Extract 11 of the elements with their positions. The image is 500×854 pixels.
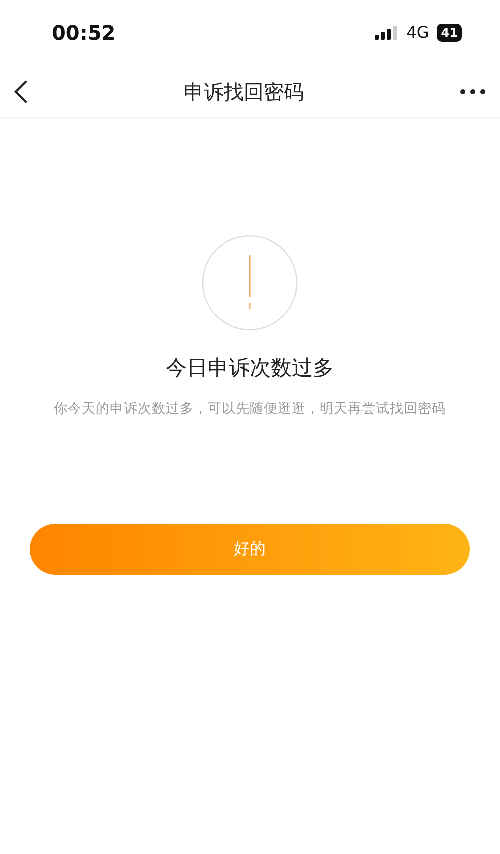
status-time: 00:52 (52, 20, 116, 47)
more-icon[interactable] (460, 88, 486, 94)
warning-icon (202, 235, 298, 331)
page-title: 申诉找回密码 (184, 78, 304, 106)
battery-level: 41 (437, 24, 462, 42)
message-heading: 今日申诉次数过多 (166, 355, 334, 382)
network-label: 4G (406, 22, 430, 44)
signal-icon (374, 26, 399, 40)
ok-button[interactable]: 好的 (30, 524, 470, 575)
message-text: 你今天的申诉次数过多，可以先随便逛逛，明天再尝试找回密码 (54, 400, 446, 418)
back-icon[interactable] (14, 80, 28, 104)
